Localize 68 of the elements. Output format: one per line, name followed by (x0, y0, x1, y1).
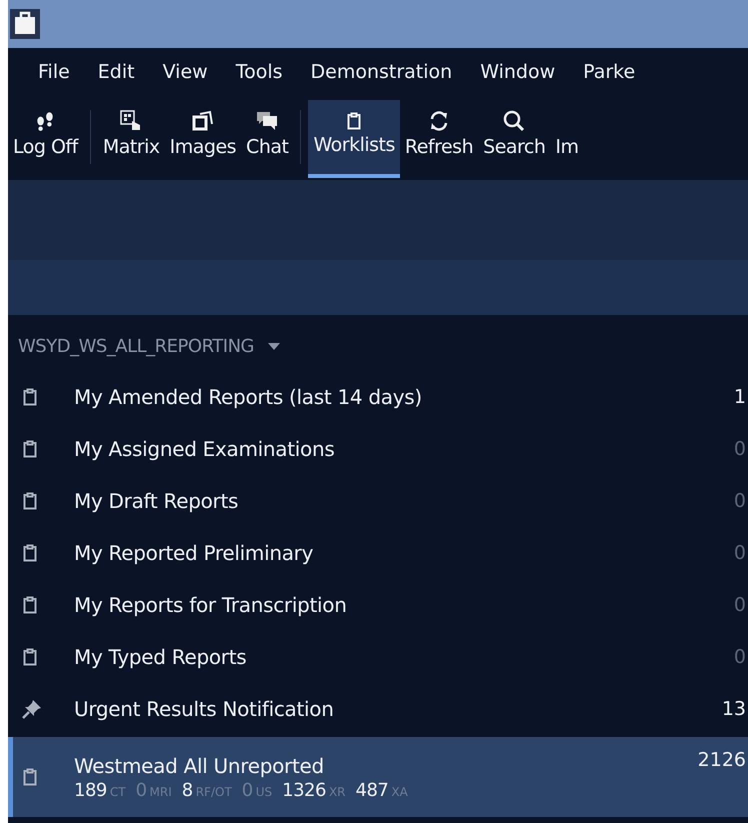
worklist-count: 0 (734, 542, 746, 564)
worklist-name: My Amended Reports (last 14 days) (74, 385, 423, 409)
worklist-item[interactable]: My Reports for Transcription 0 (8, 579, 748, 631)
modality-label: RF/OT (196, 784, 232, 798)
modality-label: CT (110, 784, 126, 798)
chat-icon (256, 110, 278, 132)
worklist-count: 1 (734, 386, 746, 408)
app-icon (10, 9, 40, 39)
images-icon (192, 110, 214, 132)
worklist-group-title[interactable]: WSYD_WS_ALL_REPORTING (18, 336, 254, 356)
search-icon (503, 110, 526, 132)
menu-item[interactable]: Demonstration (310, 61, 452, 83)
menu-item[interactable]: Window (480, 61, 556, 83)
worklist-item[interactable]: Urgent Results Notification 13 (8, 683, 748, 735)
worklist-name: My Typed Reports (74, 645, 248, 669)
modality-count: 1326 (282, 780, 326, 800)
worklist-name: My Reports for Transcription (74, 593, 348, 617)
toolbar-button[interactable]: Log Off (8, 100, 83, 178)
worklist-item[interactable]: My Reported Preliminary 0 (8, 527, 748, 579)
worklist-item[interactable]: Westmead All Unreported 189 CT 0 MRI 8 RF/OT 0 US 1326 XR 487 XA 2126 (8, 737, 748, 817)
worklist-count: 2126 (698, 748, 746, 773)
modality-count: 0 (136, 780, 147, 800)
clipboard-icon (22, 768, 38, 786)
worklist-name: My Draft Reports (74, 489, 240, 513)
worklist-count: 0 (734, 438, 746, 460)
clipboard-icon (22, 648, 38, 666)
worklist-item[interactable]: My Assigned Examinations 0 (8, 423, 748, 475)
menu-item[interactable]: Tools (236, 61, 282, 83)
toolbar-button[interactable]: Refresh (400, 100, 478, 178)
toolbar-button[interactable]: Matrix (98, 100, 165, 178)
worklist-item[interactable]: My Amended Reports (last 14 days) 1 (8, 371, 748, 423)
worklist-name: Urgent Results Notification (74, 697, 335, 721)
modality-count: 8 (182, 780, 193, 800)
worklist-name: My Assigned Examinations (74, 437, 336, 461)
menu-item[interactable]: Edit (98, 61, 135, 83)
menu-item[interactable]: Parke (583, 61, 636, 83)
clipboard-icon (22, 388, 38, 406)
modality-label: XA (391, 784, 408, 798)
clipboard-icon (22, 492, 38, 510)
clipboard-icon (22, 440, 38, 458)
worklist-count: 0 (734, 490, 746, 512)
clipboard-icon (346, 112, 362, 130)
worklist-count: 0 (734, 646, 746, 668)
modality-count: 487 (356, 780, 388, 800)
toolbar-button[interactable]: Im (550, 100, 584, 178)
worklist-item[interactable]: My Draft Reports 0 (8, 475, 748, 527)
worklist-item[interactable]: My Typed Reports 0 (8, 631, 748, 683)
grid-pointer-icon (120, 110, 142, 132)
refresh-icon (428, 110, 450, 132)
worklist-count: 13 (722, 698, 746, 720)
modality-count: 0 (242, 780, 253, 800)
menu-item[interactable]: File (38, 61, 70, 83)
worklist-name: My Reported Preliminary (74, 541, 314, 565)
pin-icon (22, 699, 42, 719)
modality-label: MRI (150, 784, 172, 798)
worklist-count: 0 (734, 594, 746, 616)
toolbar-button[interactable]: Chat (241, 100, 294, 178)
toolbar-button[interactable]: Search (478, 100, 550, 178)
dropdown-caret-icon[interactable] (268, 342, 280, 350)
toolbar-button[interactable]: Images (164, 100, 242, 178)
modality-count: 189 (74, 780, 107, 800)
modality-label: US (256, 784, 272, 798)
modality-label: XR (328, 784, 346, 798)
menu-item[interactable]: View (162, 61, 208, 83)
clipboard-icon (22, 544, 38, 562)
clipboard-icon (22, 596, 38, 614)
toolbar-button[interactable]: Worklists (308, 100, 400, 178)
worklist-name: Westmead All Unreported (74, 754, 325, 778)
